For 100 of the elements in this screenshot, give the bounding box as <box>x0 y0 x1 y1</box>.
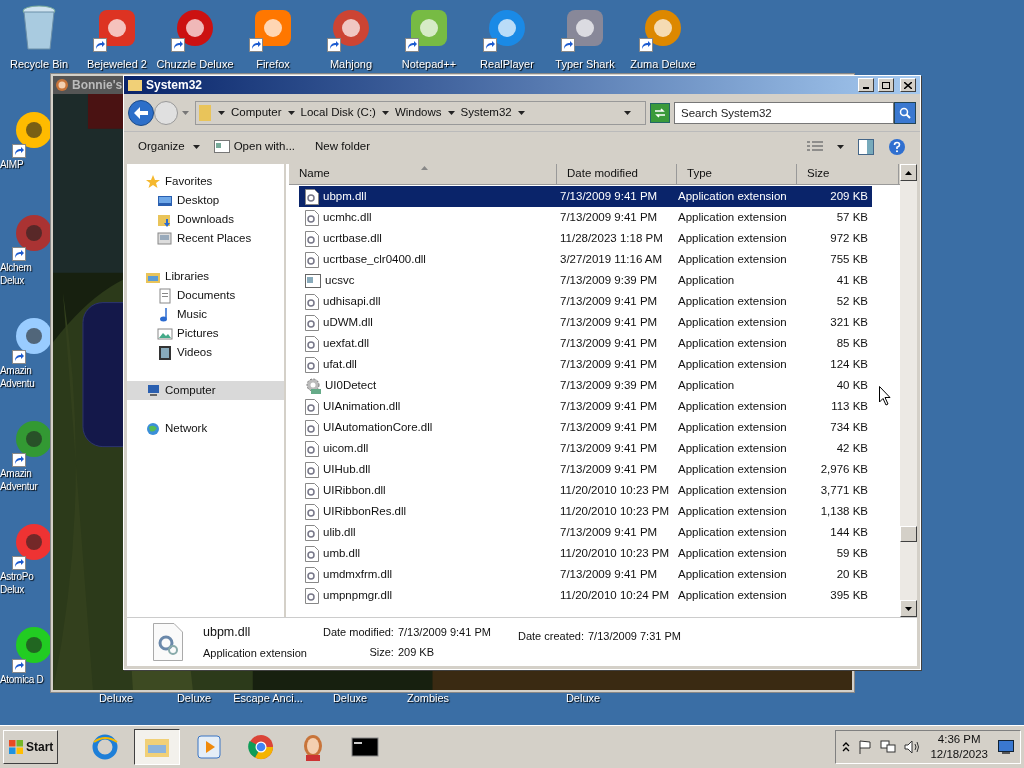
file-row[interactable]: ucsvc 7/13/2009 9:39 PM Application 41 KB <box>299 270 872 291</box>
size-cell-text: 113 KB <box>830 398 868 414</box>
column-header[interactable]: Name <box>289 164 557 184</box>
app-icon[interactable] <box>174 7 216 49</box>
nav-item[interactable]: Computer <box>127 381 284 400</box>
file-row[interactable]: UIAutomationCore.dll 7/13/2009 9:41 PM Application extension 734 KB <box>299 417 872 438</box>
caret-icon <box>192 144 200 149</box>
file-name: ucmhc.dll <box>323 209 372 225</box>
date-cell-text: 7/13/2009 9:41 PM <box>559 209 659 225</box>
search-field[interactable]: Search System32 <box>674 101 894 124</box>
file-row[interactable]: umpnpmgr.dll 11/20/2010 10:24 PM Application extension 395 KB <box>299 585 872 606</box>
file-row[interactable]: umdmxfrm.dll 7/13/2009 9:41 PM Application extension 20 KB <box>299 564 872 585</box>
file-row[interactable]: ucmhc.dll 7/13/2009 9:41 PM Application extension 57 KB <box>299 207 872 228</box>
size-cell-text: 755 KB <box>829 251 868 267</box>
nav-item[interactable]: Pictures <box>127 324 284 343</box>
file-row[interactable]: uexfat.dll 7/13/2009 9:41 PM Application extension 85 KB <box>299 333 872 354</box>
dll-file-icon <box>305 356 319 373</box>
scroll-down-button[interactable] <box>900 600 917 617</box>
windows-logo-icon <box>8 739 24 755</box>
file-row[interactable]: umb.dll 11/20/2010 10:23 PM Application extension 59 KB <box>299 543 872 564</box>
breadcrumb-item[interactable]: System32 <box>460 103 512 122</box>
search-button[interactable] <box>894 101 916 124</box>
maximize-button[interactable] <box>878 78 894 92</box>
breadcrumb-item[interactable]: Windows <box>394 103 442 122</box>
column-header[interactable]: Type <box>677 164 797 184</box>
minimize-button[interactable] <box>858 78 874 92</box>
date-cell-text: 7/13/2009 9:41 PM <box>559 524 659 540</box>
file-name: UIHub.dll <box>323 461 371 477</box>
date-cell-text: 7/13/2009 9:41 PM <box>559 566 659 582</box>
avatar-icon <box>55 78 69 92</box>
caret-icon <box>517 110 525 115</box>
clock-date[interactable]: 12/18/2023 <box>930 747 988 762</box>
shortcut-arrow-icon <box>12 659 26 673</box>
desktop-icon-label: Amazin <box>0 364 32 377</box>
scrollbar-thumb[interactable] <box>900 526 917 542</box>
speaker-icon[interactable] <box>904 740 921 754</box>
dll-file-icon <box>305 314 319 331</box>
nav-item[interactable]: Favorites <box>127 172 284 191</box>
nav-item[interactable]: Videos <box>127 343 284 362</box>
refresh-button[interactable] <box>650 102 670 123</box>
recycle-bin-icon[interactable] <box>21 5 57 51</box>
nav-item[interactable]: Desktop <box>127 191 284 210</box>
flag-icon[interactable] <box>858 740 873 754</box>
nav-item[interactable]: Network <box>127 419 284 438</box>
file-name: UIRibbon.dll <box>323 482 386 498</box>
organize-button[interactable]: Organize <box>138 137 200 156</box>
chevron-up-icon[interactable] <box>842 742 851 752</box>
file-row[interactable]: ucrtbase_clr0400.dll 3/27/2019 11:16 AM Application extension 755 KB <box>299 249 872 270</box>
file-row[interactable]: ucrtbase.dll 11/28/2023 1:18 PM Application extension 972 KB <box>299 228 872 249</box>
back-button[interactable] <box>128 99 154 126</box>
breadcrumb-item[interactable]: Computer <box>231 103 282 122</box>
file-row[interactable]: ulib.dll 7/13/2009 9:41 PM Application extension 144 KB <box>299 522 872 543</box>
type-cell-text: Application extension <box>677 230 788 246</box>
size-cell-text: 209 KB <box>829 188 868 204</box>
new-folder-button[interactable]: New folder <box>315 137 370 156</box>
size-cell-text: 85 KB <box>835 335 868 351</box>
file-row[interactable]: ubpm.dll 7/13/2009 9:41 PM Application extension 209 KB <box>299 186 872 207</box>
clock-time[interactable]: 4:36 PM <box>937 732 981 747</box>
show-desktop-icon[interactable] <box>998 740 1014 754</box>
type-cell-text: Application extension <box>677 587 788 603</box>
file-name: umpnpmgr.dll <box>323 587 393 603</box>
nav-item[interactable]: Libraries <box>127 267 284 286</box>
nav-item[interactable]: Documents <box>127 286 284 305</box>
open-with-button[interactable]: Open with... <box>213 137 296 156</box>
nav-item[interactable]: Recent Places <box>127 229 284 248</box>
scroll-up-button[interactable] <box>900 164 917 181</box>
type-cell-text: Application extension <box>677 188 788 204</box>
file-row[interactable]: uDWM.dll 7/13/2009 9:41 PM Application extension 321 KB <box>299 312 872 333</box>
folder-icon <box>198 103 212 122</box>
desktop-icon-label: Notepad++ <box>401 58 457 71</box>
type-cell-text: Application extension <box>677 440 788 456</box>
address-bar[interactable]: Computer Local Disk (C:) Windows System32 <box>195 100 646 125</box>
shortcut-arrow-icon <box>12 350 26 364</box>
file-row[interactable]: UI0Detect 7/13/2009 9:39 PM Application 40 KB <box>299 375 872 396</box>
desktop-icon-label: Deluxe <box>175 691 213 706</box>
file-row[interactable]: UIHub.dll 7/13/2009 9:41 PM Application extension 2,976 KB <box>299 459 872 480</box>
column-header[interactable]: Size <box>797 164 899 184</box>
file-row[interactable]: UIAnimation.dll 7/13/2009 9:41 PM Application extension 113 KB <box>299 396 872 417</box>
breadcrumb-item[interactable]: Local Disk (C:) <box>300 103 376 122</box>
caret-icon <box>447 110 455 115</box>
start-button[interactable]: Start <box>3 730 59 764</box>
dll-file-icon <box>305 335 319 352</box>
file-row[interactable]: udhisapi.dll 7/13/2009 9:41 PM Application extension 52 KB <box>299 291 872 312</box>
network-icon[interactable] <box>880 740 897 754</box>
taskbar-button[interactable] <box>134 729 181 765</box>
nav-item[interactable]: Music <box>127 305 284 324</box>
file-row[interactable]: uicom.dll 7/13/2009 9:41 PM Application extension 42 KB <box>299 438 872 459</box>
file-name: umdmxfrm.dll <box>323 566 392 582</box>
column-header[interactable]: Date modified <box>557 164 677 184</box>
help-icon[interactable] <box>888 137 906 156</box>
scrollbar[interactable] <box>900 164 917 617</box>
preview-pane-icon[interactable] <box>858 138 874 155</box>
nav-item[interactable]: Downloads <box>127 210 284 229</box>
file-row[interactable]: UIRibbonRes.dll 11/20/2010 10:23 PM Application extension 1,138 KB <box>299 501 872 522</box>
type-cell-text: Application extension <box>677 524 788 540</box>
file-row[interactable]: ufat.dll 7/13/2009 9:41 PM Application extension 124 KB <box>299 354 872 375</box>
file-name: udhisapi.dll <box>323 293 381 309</box>
file-row[interactable]: UIRibbon.dll 11/20/2010 10:23 PM Application extension 3,771 KB <box>299 480 872 501</box>
type-cell-text: Application extension <box>677 545 788 561</box>
close-button[interactable] <box>900 78 916 92</box>
